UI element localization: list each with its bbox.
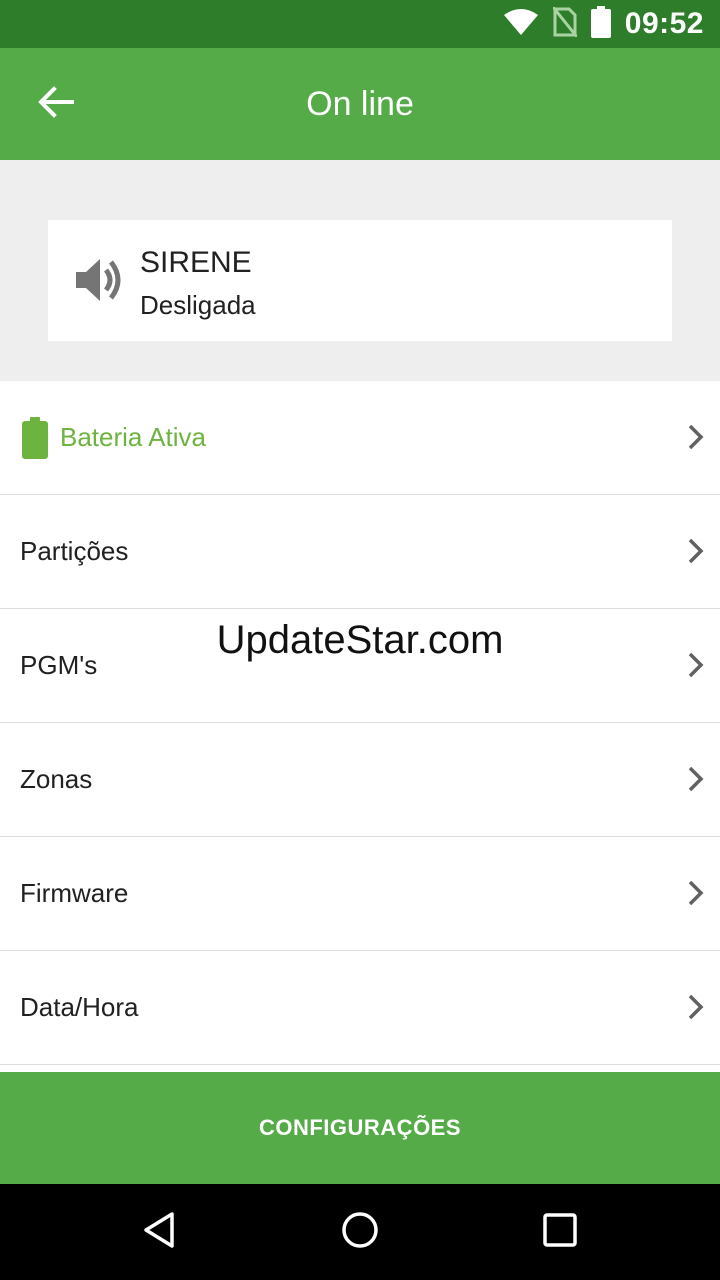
chevron-right-icon: [686, 765, 706, 793]
menu-item-label: Firmware: [20, 878, 129, 908]
siren-card: SIRENE Desligada: [48, 220, 672, 341]
wifi-icon: [503, 8, 539, 41]
menu-item-label: Data/Hora: [20, 992, 139, 1022]
menu-item-bateria[interactable]: Bateria Ativa: [0, 381, 720, 495]
siren-title: SIRENE: [140, 246, 252, 279]
menu-item-firmware[interactable]: Firmware: [0, 837, 720, 951]
menu-list: Bateria Ativa Partições PGM's Zonas Firm…: [0, 381, 720, 1065]
menu-item-label: PGM's: [20, 650, 98, 680]
battery-icon: [590, 5, 611, 43]
configuracoes-button[interactable]: CONFIGURAÇÕES: [0, 1072, 720, 1184]
no-sim-icon: [551, 5, 578, 42]
nav-recents-button[interactable]: [536, 1208, 584, 1256]
menu-item-particoes[interactable]: Partições: [0, 495, 720, 609]
chevron-right-icon: [686, 537, 706, 565]
back-button[interactable]: [24, 76, 88, 132]
app-bar: On line: [0, 48, 720, 160]
menu-item-label: Bateria Ativa: [60, 422, 206, 452]
chevron-right-icon: [686, 423, 706, 451]
nav-home-button[interactable]: [336, 1208, 384, 1256]
menu-item-label: Zonas: [20, 764, 93, 794]
chevron-right-icon: [686, 651, 706, 679]
menu-item-data-hora[interactable]: Data/Hora: [0, 951, 720, 1065]
status-time: 09:52: [624, 7, 704, 40]
volume-icon: [72, 252, 128, 308]
recents-square-icon: [540, 1210, 580, 1255]
siren-status: Desligada: [140, 290, 256, 320]
page-title: On line: [306, 85, 414, 123]
arrow-back-icon: [38, 85, 74, 123]
battery-icon: [22, 417, 48, 459]
chevron-right-icon: [686, 879, 706, 907]
back-triangle-icon: [140, 1210, 180, 1255]
status-icons: 09:52: [503, 0, 704, 48]
navigation-bar: [0, 1184, 720, 1280]
chevron-right-icon: [686, 993, 706, 1021]
home-circle-icon: [340, 1210, 380, 1255]
status-bar: 09:52: [0, 0, 720, 48]
menu-item-label: Partições: [20, 536, 129, 566]
nav-back-button[interactable]: [136, 1208, 184, 1256]
menu-item-pgms[interactable]: PGM's: [0, 609, 720, 723]
summary-area: SIRENE Desligada: [0, 160, 720, 381]
menu-item-zonas[interactable]: Zonas: [0, 723, 720, 837]
